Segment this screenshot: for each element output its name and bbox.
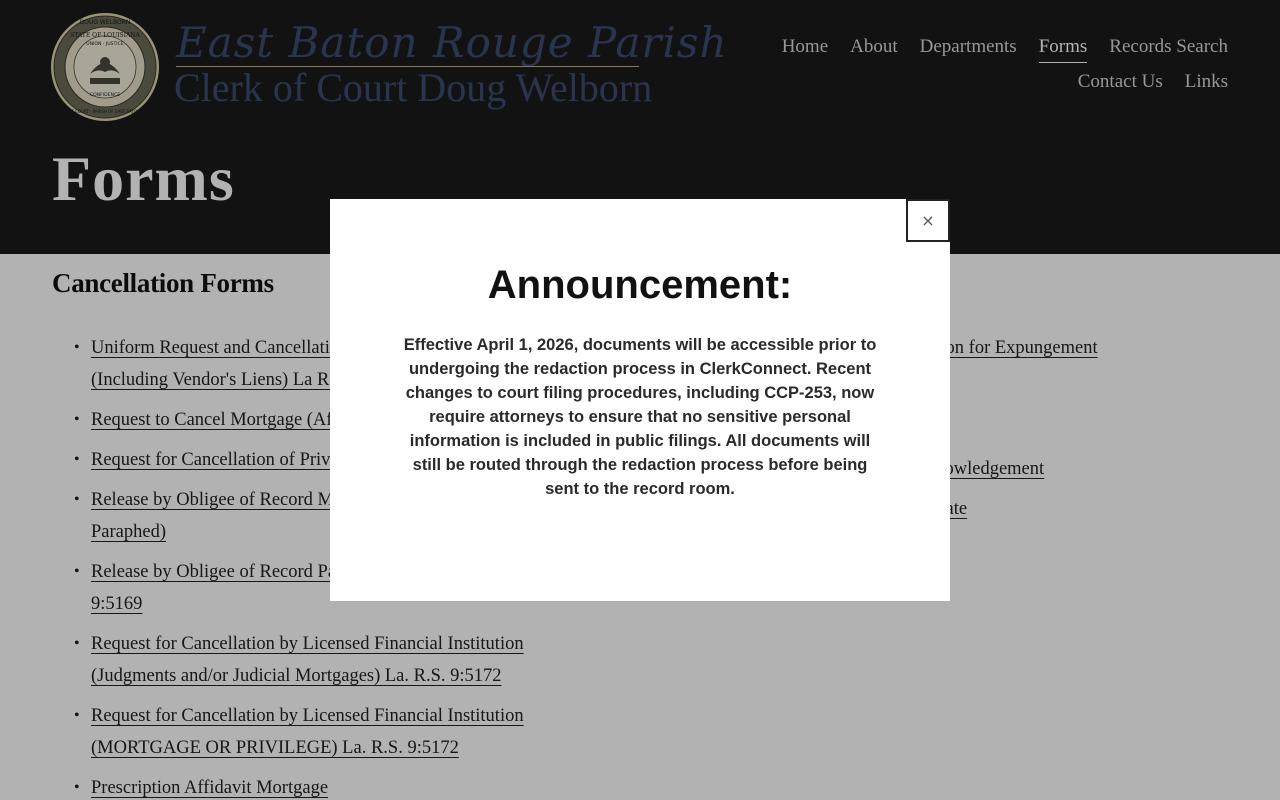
modal-title: Announcement: — [487, 263, 793, 307]
close-button[interactable]: × — [906, 199, 950, 242]
announcement-modal: × Announcement: Effective April 1, 2026,… — [330, 199, 950, 601]
modal-body-text: Effective April 1, 2026, documents will … — [403, 336, 877, 498]
